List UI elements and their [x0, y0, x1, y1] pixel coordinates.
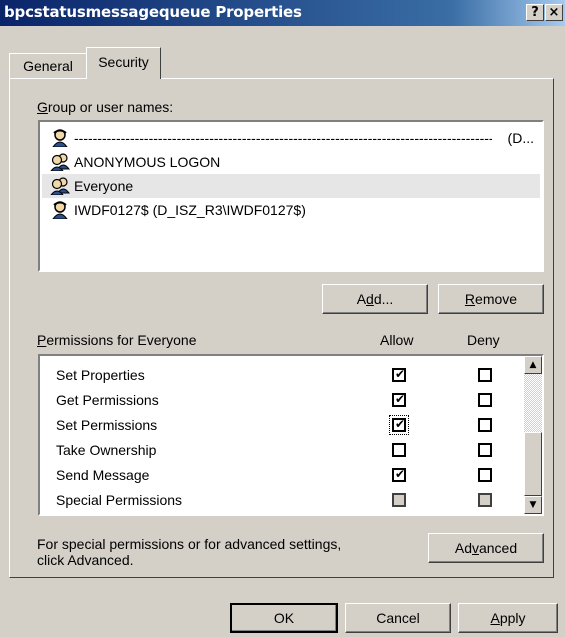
list-item[interactable]: ANONYMOUS LOGON [42, 150, 540, 174]
permission-name: Get Permissions [56, 392, 159, 408]
permissions-label: Permissions for Everyone [37, 332, 197, 348]
deny-checkbox[interactable] [478, 443, 492, 457]
allow-checkbox [392, 493, 406, 507]
group-list-label: Group or user names: [37, 99, 174, 115]
check-mark-icon: ✔ [395, 467, 406, 481]
user-domain-suffix: (D... [507, 130, 534, 146]
list-item[interactable]: IWDF0127$ (D_ISZ_R3\IWDF0127$) [42, 198, 540, 222]
advanced-button[interactable]: Advanced [428, 533, 544, 563]
user-icon [52, 201, 68, 219]
ok-button[interactable]: OK [230, 603, 338, 633]
scroll-up-icon[interactable]: ▲ [524, 356, 542, 374]
list-item[interactable]: Everyone [42, 174, 540, 198]
permission-name: Send Message [56, 467, 150, 483]
deny-checkbox [478, 493, 492, 507]
deny-column-header: Deny [467, 332, 500, 348]
group-user-list[interactable]: ----------------------------------------… [38, 120, 544, 272]
list-item[interactable]: ----------------------------------------… [42, 126, 540, 150]
deny-checkbox[interactable] [478, 418, 492, 432]
user-name: ----------------------------------------… [74, 130, 492, 146]
allow-checkbox[interactable] [392, 443, 406, 457]
remove-button[interactable]: Remove [438, 284, 544, 314]
deny-checkbox[interactable] [478, 368, 492, 382]
vertical-scrollbar[interactable]: ▲ ▼ [524, 356, 542, 514]
check-mark-icon: ✔ [395, 417, 406, 431]
permission-name: Set Permissions [56, 417, 158, 433]
allow-checkbox[interactable]: ✔ [389, 415, 409, 435]
tab-security[interactable]: Security [86, 47, 161, 79]
scroll-thumb[interactable] [524, 432, 542, 496]
allow-column-header: Allow [380, 332, 414, 348]
check-mark-icon: ✔ [395, 392, 406, 406]
permission-name: Set Properties [56, 367, 145, 383]
deny-checkbox[interactable] [478, 468, 492, 482]
group-icon [50, 153, 70, 171]
add-button[interactable]: Add... [322, 284, 428, 314]
advanced-hint-text: For special permissions or for advanced … [37, 536, 342, 568]
permission-name: Special Permissions [56, 492, 183, 508]
allow-checkbox[interactable]: ✔ [392, 367, 406, 382]
window-title: bpcstatusmessagequeue Properties [4, 3, 302, 21]
tab-general[interactable]: General [9, 53, 87, 79]
user-icon [52, 129, 68, 147]
user-name: IWDF0127$ (D_ISZ_R3\IWDF0127$) [74, 202, 306, 218]
user-name: ANONYMOUS LOGON [74, 154, 221, 170]
allow-checkbox[interactable]: ✔ [392, 467, 406, 482]
deny-checkbox[interactable] [478, 393, 492, 407]
close-button[interactable]: × [545, 4, 563, 21]
group-icon [50, 177, 70, 195]
help-button[interactable]: ? [526, 4, 544, 21]
title-bar[interactable]: bpcstatusmessagequeue Properties ? × [0, 0, 565, 26]
permissions-list[interactable]: Set Properties ✔ Get Permissions ✔ Set P… [38, 354, 544, 516]
permission-name: Take Ownership [56, 442, 157, 458]
allow-checkbox[interactable]: ✔ [392, 392, 406, 407]
scroll-down-icon[interactable]: ▼ [524, 496, 542, 514]
apply-button[interactable]: Apply [458, 603, 558, 633]
user-name: Everyone [74, 178, 134, 194]
cancel-button[interactable]: Cancel [345, 603, 451, 633]
check-mark-icon: ✔ [395, 367, 406, 381]
